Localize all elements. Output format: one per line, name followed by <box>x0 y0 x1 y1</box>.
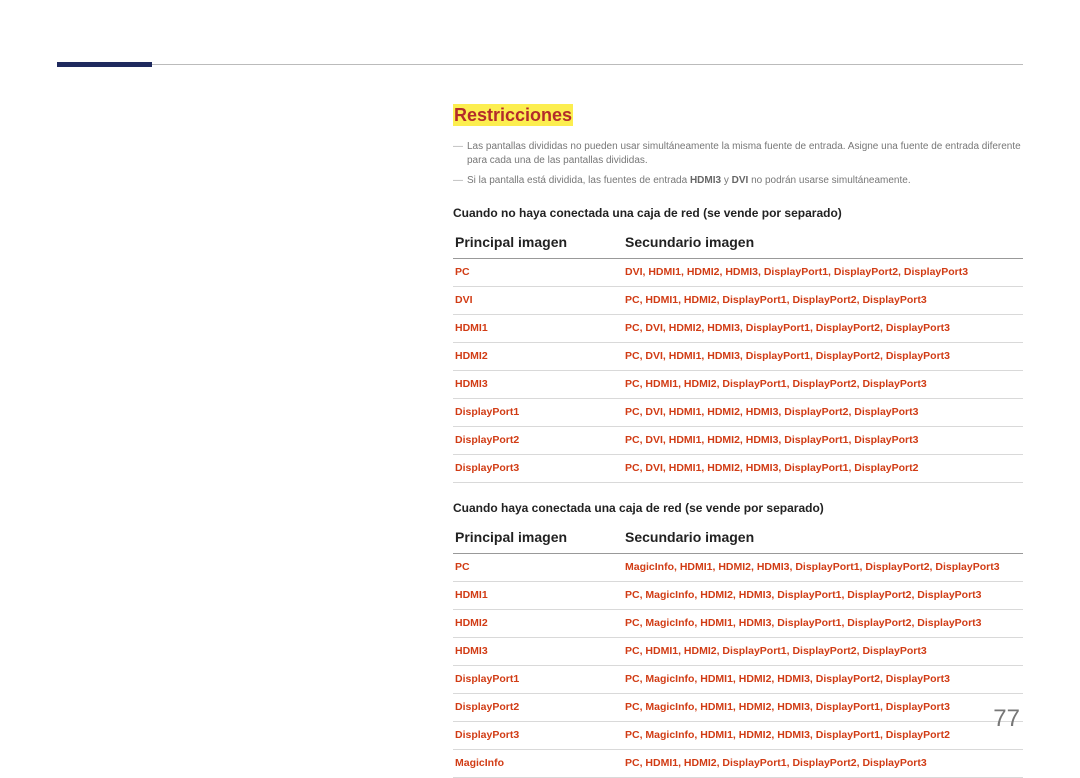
page-number: 77 <box>993 705 1020 733</box>
header-accent <box>57 62 152 67</box>
cell-secondary-sources: PC, DVI, HDMI1, HDMI2, HDMI3, DisplayPor… <box>623 455 1023 483</box>
input-source-table: Principal imagenSecundario imagenPCDVI, … <box>453 228 1023 483</box>
cell-primary-source: HDMI1 <box>453 315 623 343</box>
note-dash-icon: ― <box>453 140 467 154</box>
table-row: HDMI2PC, MagicInfo, HDMI1, HDMI3, Displa… <box>453 610 1023 638</box>
table-row: HDMI3PC, HDMI1, HDMI2, DisplayPort1, Dis… <box>453 638 1023 666</box>
column-header-secondary: Secundario imagen <box>623 523 1023 554</box>
cell-primary-source: DisplayPort1 <box>453 399 623 427</box>
note-dash-icon: ― <box>453 174 467 188</box>
table-row: HDMI2PC, DVI, HDMI1, HDMI3, DisplayPort1… <box>453 343 1023 371</box>
table-row: DVIPC, HDMI1, HDMI2, DisplayPort1, Displ… <box>453 287 1023 315</box>
table-row: DisplayPort3PC, MagicInfo, HDMI1, HDMI2,… <box>453 722 1023 750</box>
cell-secondary-sources: PC, DVI, HDMI2, HDMI3, DisplayPort1, Dis… <box>623 315 1023 343</box>
table-row: DisplayPort2PC, DVI, HDMI1, HDMI2, HDMI3… <box>453 427 1023 455</box>
cell-secondary-sources: PC, HDMI1, HDMI2, DisplayPort1, DisplayP… <box>623 638 1023 666</box>
table-row: DisplayPort2PC, MagicInfo, HDMI1, HDMI2,… <box>453 694 1023 722</box>
cell-primary-source: PC <box>453 259 623 287</box>
cell-secondary-sources: PC, MagicInfo, HDMI1, HDMI2, HDMI3, Disp… <box>623 722 1023 750</box>
cell-secondary-sources: PC, MagicInfo, HDMI1, HDMI2, HDMI3, Disp… <box>623 694 1023 722</box>
cell-secondary-sources: PC, MagicInfo, HDMI1, HDMI2, HDMI3, Disp… <box>623 666 1023 694</box>
cell-secondary-sources: PC, HDMI1, HDMI2, DisplayPort1, DisplayP… <box>623 287 1023 315</box>
table-caption: Cuando no haya conectada una caja de red… <box>453 206 1023 220</box>
cell-primary-source: DisplayPort1 <box>453 666 623 694</box>
table-row: DisplayPort3PC, DVI, HDMI1, HDMI2, HDMI3… <box>453 455 1023 483</box>
cell-primary-source: DisplayPort2 <box>453 694 623 722</box>
column-header-secondary: Secundario imagen <box>623 228 1023 259</box>
cell-secondary-sources: PC, DVI, HDMI1, HDMI2, HDMI3, DisplayPor… <box>623 427 1023 455</box>
table-row: HDMI1PC, MagicInfo, HDMI2, HDMI3, Displa… <box>453 582 1023 610</box>
cell-primary-source: HDMI2 <box>453 343 623 371</box>
cell-secondary-sources: PC, DVI, HDMI1, HDMI2, HDMI3, DisplayPor… <box>623 399 1023 427</box>
note-text-pre: Si la pantalla está dividida, las fuente… <box>467 175 690 186</box>
table-row: DisplayPort1PC, MagicInfo, HDMI1, HDMI2,… <box>453 666 1023 694</box>
note-bold-2: DVI <box>732 175 749 186</box>
table-row: PCDVI, HDMI1, HDMI2, HDMI3, DisplayPort1… <box>453 259 1023 287</box>
cell-primary-source: MagicInfo <box>453 750 623 778</box>
column-header-primary: Principal imagen <box>453 228 623 259</box>
cell-secondary-sources: PC, MagicInfo, HDMI1, HDMI3, DisplayPort… <box>623 610 1023 638</box>
table-caption: Cuando haya conectada una caja de red (s… <box>453 501 1023 515</box>
cell-secondary-sources: DVI, HDMI1, HDMI2, HDMI3, DisplayPort1, … <box>623 259 1023 287</box>
header-rule <box>57 64 1023 65</box>
cell-primary-source: PC <box>453 554 623 582</box>
table-row: HDMI1PC, DVI, HDMI2, HDMI3, DisplayPort1… <box>453 315 1023 343</box>
cell-primary-source: HDMI3 <box>453 371 623 399</box>
input-source-table: Principal imagenSecundario imagenPCMagic… <box>453 523 1023 778</box>
cell-primary-source: DisplayPort3 <box>453 722 623 750</box>
cell-primary-source: HDMI3 <box>453 638 623 666</box>
cell-primary-source: DisplayPort3 <box>453 455 623 483</box>
cell-secondary-sources: PC, HDMI1, HDMI2, DisplayPort1, DisplayP… <box>623 750 1023 778</box>
cell-primary-source: DVI <box>453 287 623 315</box>
table-row: DisplayPort1PC, DVI, HDMI1, HDMI2, HDMI3… <box>453 399 1023 427</box>
note-text: Las pantallas divididas no pueden usar s… <box>467 141 1021 166</box>
note-2: ―Si la pantalla está dividida, las fuent… <box>453 174 1023 188</box>
column-header-primary: Principal imagen <box>453 523 623 554</box>
cell-primary-source: HDMI2 <box>453 610 623 638</box>
table-row: MagicInfoPC, HDMI1, HDMI2, DisplayPort1,… <box>453 750 1023 778</box>
cell-primary-source: HDMI1 <box>453 582 623 610</box>
cell-primary-source: DisplayPort2 <box>453 427 623 455</box>
note-bold-1: HDMI3 <box>690 175 721 186</box>
page-body: Restricciones ―Las pantallas divididas n… <box>453 104 1023 778</box>
cell-secondary-sources: MagicInfo, HDMI1, HDMI2, HDMI3, DisplayP… <box>623 554 1023 582</box>
cell-secondary-sources: PC, MagicInfo, HDMI2, HDMI3, DisplayPort… <box>623 582 1023 610</box>
note-1: ―Las pantallas divididas no pueden usar … <box>453 140 1023 168</box>
note-text-mid: y <box>721 175 732 186</box>
note-text-post: no podrán usarse simultáneamente. <box>748 175 910 186</box>
table-row: HDMI3PC, HDMI1, HDMI2, DisplayPort1, Dis… <box>453 371 1023 399</box>
section-heading: Restricciones <box>453 104 573 126</box>
table-row: PCMagicInfo, HDMI1, HDMI2, HDMI3, Displa… <box>453 554 1023 582</box>
cell-secondary-sources: PC, DVI, HDMI1, HDMI3, DisplayPort1, Dis… <box>623 343 1023 371</box>
cell-secondary-sources: PC, HDMI1, HDMI2, DisplayPort1, DisplayP… <box>623 371 1023 399</box>
